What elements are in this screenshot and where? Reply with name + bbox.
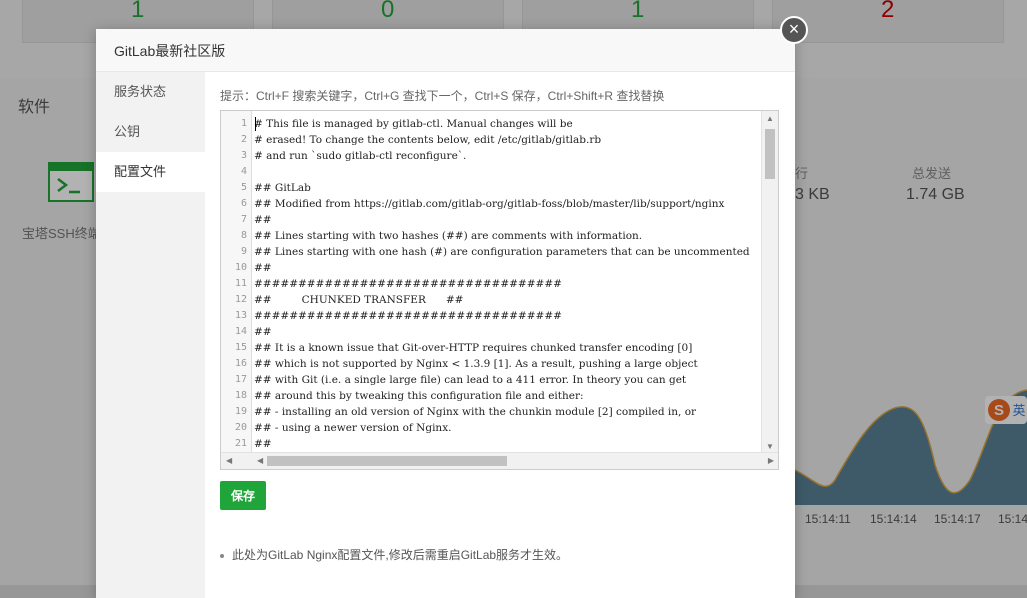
code-line: ## xyxy=(254,214,272,226)
sidebar-item-service-status[interactable]: 服务状态 xyxy=(96,72,205,112)
sidebar-item-label: 配置文件 xyxy=(114,164,167,179)
code-line: ## xyxy=(254,262,272,274)
line-number: 7 xyxy=(240,214,247,225)
scroll-up-icon[interactable]: ▲ xyxy=(766,114,774,123)
code-line: ## Modified from https://gitlab.com/gitl… xyxy=(254,198,725,210)
code-line: ## around this by tweaking this configur… xyxy=(254,390,584,402)
code-editor[interactable]: 1 2 3 4 5 6 7 8 9 10 11 12 13 14 15 16 17 18 19 20 21 # This… xyxy=(220,110,779,470)
line-number: 17 xyxy=(234,374,247,385)
sidebar-item-config-file[interactable]: 配置文件 xyxy=(96,152,205,192)
code-line: ## CHUNKED TRANSFER ## xyxy=(254,294,464,306)
sidebar-item-label: 公钥 xyxy=(114,124,141,139)
line-number: 12 xyxy=(234,294,247,305)
line-number: 11 xyxy=(234,278,247,289)
code-line: ################################### xyxy=(254,310,562,322)
code-line: ## Lines starting with one hash (#) are … xyxy=(254,246,750,258)
code-line: ## with Git (i.e. a single large file) c… xyxy=(254,374,687,386)
sidebar-item-label: 服务状态 xyxy=(114,84,167,99)
line-number: 9 xyxy=(240,246,247,257)
sidebar-item-public-key[interactable]: 公钥 xyxy=(96,112,205,152)
bullet-dot xyxy=(220,553,224,558)
code-line: ## It is a known issue that Git-over-HTT… xyxy=(254,342,693,354)
code-line: # This file is managed by gitlab-ctl. Ma… xyxy=(254,118,573,130)
horizontal-scroll-thumb[interactable] xyxy=(267,456,507,466)
scroll-right-icon[interactable]: ▶ xyxy=(768,456,774,465)
line-number: 3 xyxy=(240,150,247,161)
config-note-text: 此处为GitLab Nginx配置文件,修改后需重启GitLab服务才生效。 xyxy=(232,548,569,562)
scroll-left-icon[interactable]: ◀ xyxy=(226,456,232,465)
line-number: 19 xyxy=(234,406,247,417)
line-number: 13 xyxy=(234,310,247,321)
line-number: 21 xyxy=(234,438,247,449)
line-number: 14 xyxy=(234,326,247,337)
modal-sidebar: 服务状态 公钥 配置文件 xyxy=(96,72,205,598)
gitlab-modal: GitLab最新社区版 服务状态 公钥 配置文件 提示：Ctrl+F 搜索关键字… xyxy=(96,29,795,598)
line-number: 4 xyxy=(240,166,247,177)
code-line: ################################### xyxy=(254,278,562,290)
code-line: ## xyxy=(254,326,272,338)
scroll-down-icon[interactable]: ▼ xyxy=(766,442,774,451)
close-icon[interactable]: × xyxy=(780,16,808,44)
line-number-gutter: 1 2 3 4 5 6 7 8 9 10 11 12 13 14 15 16 17 18 19 20 21 xyxy=(221,111,252,454)
config-note: 此处为GitLab Nginx配置文件,修改后需重启GitLab服务才生效。 xyxy=(220,546,568,563)
line-number: 16 xyxy=(234,358,247,369)
code-line: ## - installing an old version of Nginx … xyxy=(254,406,697,418)
code-line: ## - using a newer version of Nginx. xyxy=(254,422,452,434)
modal-title: GitLab最新社区版 xyxy=(114,43,226,59)
editor-hint: 提示：Ctrl+F 搜索关键字，Ctrl+G 查找下一个，Ctrl+S 保存，C… xyxy=(220,89,665,103)
vertical-scroll-thumb[interactable] xyxy=(765,129,775,179)
line-number: 20 xyxy=(234,422,247,433)
code-line: ## Lines starting with two hashes (##) a… xyxy=(254,230,643,242)
line-number: 18 xyxy=(234,390,247,401)
save-button[interactable]: 保存 xyxy=(220,481,266,510)
vertical-scrollbar[interactable]: ▲ ▼ xyxy=(761,111,778,454)
line-number: 5 xyxy=(240,182,247,193)
code-content[interactable]: # This file is managed by gitlab-ctl. Ma… xyxy=(254,116,762,454)
text-cursor xyxy=(255,117,256,131)
line-number: 10 xyxy=(234,262,247,273)
code-line: ## which is not supported by Nginx < 1.3… xyxy=(254,358,698,370)
horizontal-scrollbar[interactable]: ◀ ◀ ▶ xyxy=(221,452,778,469)
code-line: # and run `sudo gitlab-ctl reconfigure`. xyxy=(254,150,467,162)
line-number: 15 xyxy=(234,342,247,353)
scroll-left-icon[interactable]: ◀ xyxy=(257,456,263,465)
line-number: 6 xyxy=(240,198,247,209)
line-number: 8 xyxy=(240,230,247,241)
modal-header: GitLab最新社区版 xyxy=(96,29,795,72)
code-line: ## GitLab xyxy=(254,182,311,194)
code-line: ## xyxy=(254,438,272,450)
line-number: 1 xyxy=(240,118,247,129)
code-line: # erased! To change the contents below, … xyxy=(254,134,602,146)
line-number: 2 xyxy=(240,134,247,145)
